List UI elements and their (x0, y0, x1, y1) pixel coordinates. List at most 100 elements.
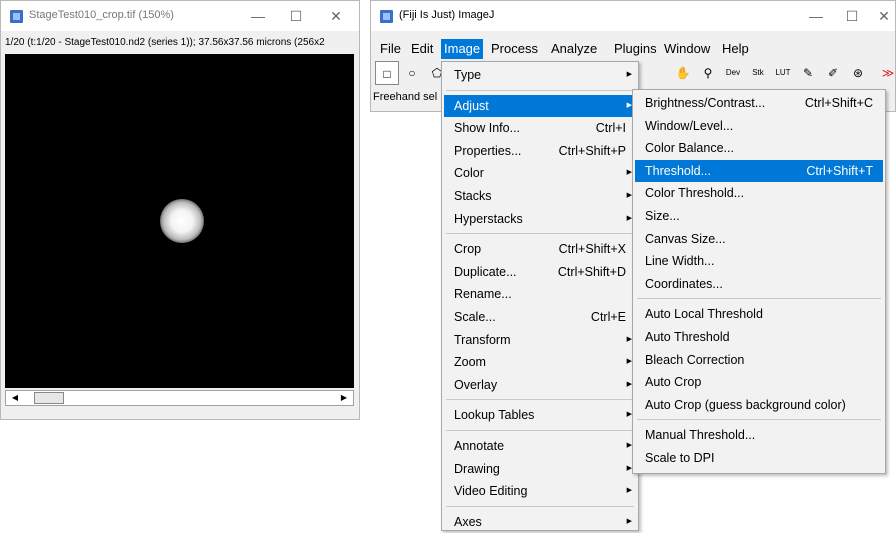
adjust-menu-item-auto-local-threshold[interactable]: Auto Local Threshold (635, 303, 883, 325)
submenu-arrow-icon: ▶ (626, 71, 632, 78)
menu-item-label: Auto Crop (645, 375, 702, 390)
dropper-tool-icon[interactable]: ⚲ (696, 61, 720, 85)
adjust-menu-item-scale-to-dpi[interactable]: Scale to DPI (635, 447, 883, 469)
frame-scrollbar[interactable]: ◀ ▶ (5, 390, 354, 406)
image-menu-item-duplicate[interactable]: Duplicate... Ctrl+Shift+D (444, 261, 636, 283)
adjust-menu-item-auto-threshold[interactable]: Auto Threshold (635, 326, 883, 348)
menu-item-shortcut: Ctrl+Shift+T (806, 163, 873, 178)
menu-image[interactable]: Image (441, 39, 484, 59)
pencil-tool-icon[interactable]: ✎ (796, 61, 820, 85)
menu-item-label: Transform (454, 332, 511, 347)
menu-item-shortcut: Ctrl+Shift+X (558, 242, 626, 257)
image-window-titlebar[interactable]: StageTest010_crop.tif (150%) — ☐ ✕ (1, 1, 359, 31)
adjust-menu-item-bleach-correction[interactable]: Bleach Correction (635, 349, 883, 371)
fiji-app-icon (10, 10, 23, 23)
dev-tool-icon[interactable]: Dev (721, 61, 745, 85)
image-menu-item-transform[interactable]: Transform ▶ (444, 329, 636, 351)
image-window-title: StageTest010_crop.tif (150%) (29, 9, 174, 21)
image-menu-item-adjust[interactable]: Adjust ▶ (444, 94, 636, 117)
menu-item-label: Type (454, 68, 482, 82)
image-menu-item-properties[interactable]: Properties... Ctrl+Shift+P (444, 140, 636, 162)
adjust-menu-item-size[interactable]: Size... (635, 205, 883, 227)
menu-item-label: Brightness/Contrast... (645, 96, 766, 110)
adjust-menu-item-line-width[interactable]: Line Width... (635, 250, 883, 272)
image-menu-item-rename[interactable]: Rename... (444, 283, 636, 305)
submenu-arrow-icon: ▶ (626, 487, 632, 495)
image-menu-item-scale[interactable]: Scale... Ctrl+E (444, 306, 636, 328)
image-menu-item-crop[interactable]: Crop Ctrl+Shift+X (444, 238, 636, 260)
scroll-thumb[interactable] (34, 392, 64, 404)
menu-item-shortcut: Ctrl+Shift+C (804, 96, 873, 110)
menu-item-shortcut: Ctrl+Shift+P (558, 143, 626, 158)
menu-item-label: Bleach Correction (645, 352, 745, 367)
menu-plugins[interactable]: Plugins (611, 39, 660, 59)
menu-window[interactable]: Window (661, 39, 713, 59)
status-text: Freehand sel (373, 91, 438, 103)
adjust-menu-item-color-balance[interactable]: Color Balance... (635, 137, 883, 159)
menu-item-label: Threshold... (645, 163, 712, 178)
image-menu-item-type[interactable]: Type ▶ (444, 64, 636, 86)
image-menu-item-show-info[interactable]: Show Info... Ctrl+I (444, 117, 636, 139)
image-menu-item-zoom[interactable]: Zoom ▶ (444, 351, 636, 373)
adjust-menu-item-color-threshold[interactable]: Color Threshold... (635, 182, 883, 204)
rectangle-tool-icon[interactable]: □ (375, 61, 399, 85)
maximize-button[interactable]: ☐ (841, 6, 863, 26)
imagej-titlebar[interactable]: (Fiji Is Just) ImageJ — ☐ ✕ (371, 1, 895, 31)
adjust-menu-item-manual-threshold[interactable]: Manual Threshold... (635, 424, 883, 446)
minimize-button[interactable]: — (247, 6, 269, 26)
menu-separator (446, 399, 634, 401)
flood-fill-tool-icon[interactable]: ⊛ (846, 61, 870, 85)
menu-item-label: Auto Crop (guess background color) (645, 397, 846, 412)
menu-edit[interactable]: Edit (408, 39, 436, 59)
menu-item-label: Adjust (454, 98, 489, 113)
menu-item-label: Auto Threshold (645, 330, 730, 344)
menu-analyze[interactable]: Analyze (548, 39, 600, 59)
menu-item-label: Color Balance... (645, 141, 734, 156)
image-menu-item-drawing[interactable]: Drawing ▶ (444, 458, 636, 480)
brush-tool-icon[interactable]: ✐ (821, 61, 845, 85)
hand-tool-icon[interactable]: ✋ (671, 61, 695, 85)
close-button[interactable]: ✕ (873, 6, 895, 26)
adjust-submenu: Brightness/Contrast... Ctrl+Shift+C Window… (632, 89, 886, 474)
menu-item-label: Size... (645, 209, 680, 223)
menu-item-label: Scale... (454, 310, 496, 324)
adjust-menu-item-canvas-size[interactable]: Canvas Size... (635, 228, 883, 250)
oval-tool-icon[interactable]: ○ (400, 61, 424, 85)
maximize-button[interactable]: ☐ (285, 6, 307, 26)
image-menu-item-axes[interactable]: Axes ▶ (444, 511, 636, 533)
image-menu-item-annotate[interactable]: Annotate ▶ (444, 435, 636, 457)
adjust-menu-item-coordinates[interactable]: Coordinates... (635, 273, 883, 295)
menu-file[interactable]: File (377, 39, 404, 59)
menu-item-label: Window/Level... (645, 118, 734, 133)
image-info-line: 1/20 (t:1/20 - StageTest010.nd2 (series … (5, 37, 325, 48)
image-menu-item-overlay[interactable]: Overlay ▶ (444, 374, 636, 396)
adjust-menu-item-window-level[interactable]: Window/Level... (635, 115, 883, 137)
menu-item-label: Properties... (454, 143, 522, 158)
close-button[interactable]: ✕ (325, 6, 347, 26)
fiji-app-icon (380, 10, 393, 23)
adjust-menu-item-auto-crop[interactable]: Auto Crop (635, 371, 883, 393)
menubar: File Edit Image Process Analyze Plugins Window… (371, 39, 895, 59)
adjust-menu-item-brightness-contrast[interactable]: Brightness/Contrast... Ctrl+Shift+C (635, 92, 883, 114)
image-menu-item-color[interactable]: Color ▶ (444, 162, 636, 184)
image-canvas[interactable] (5, 54, 354, 388)
more-tools-icon[interactable]: ≫ (876, 61, 896, 85)
menu-item-shortcut: Ctrl+Shift+D (557, 264, 626, 279)
menu-process[interactable]: Process (488, 39, 541, 59)
stack-tool-icon[interactable]: Stk (746, 61, 770, 85)
image-menu-item-hyperstacks[interactable]: Hyperstacks ▶ (444, 208, 636, 230)
lut-tool-icon[interactable]: LUT (771, 61, 795, 85)
menu-item-label: Line Width... (645, 254, 715, 269)
image-menu-item-lookup-tables[interactable]: Lookup Tables ▶ (444, 404, 636, 426)
image-menu-item-stacks[interactable]: Stacks ▶ (444, 185, 636, 207)
adjust-menu-item-auto-crop-guess-background-color[interactable]: Auto Crop (guess background color) (635, 394, 883, 416)
menu-help[interactable]: Help (719, 39, 752, 59)
image-menu-item-video-editing[interactable]: Video Editing ▶ (444, 480, 636, 502)
minimize-button[interactable]: — (805, 6, 827, 26)
scroll-right-arrow-icon[interactable]: ▶ (337, 391, 351, 405)
menu-item-label: Duplicate... (454, 264, 517, 279)
scroll-left-arrow-icon[interactable]: ◀ (8, 391, 22, 405)
adjust-menu-item-threshold[interactable]: Threshold... Ctrl+Shift+T (635, 159, 883, 182)
image-window: StageTest010_crop.tif (150%) — ☐ ✕ 1/20 … (0, 0, 360, 420)
menu-item-label: Canvas Size... (645, 231, 726, 246)
